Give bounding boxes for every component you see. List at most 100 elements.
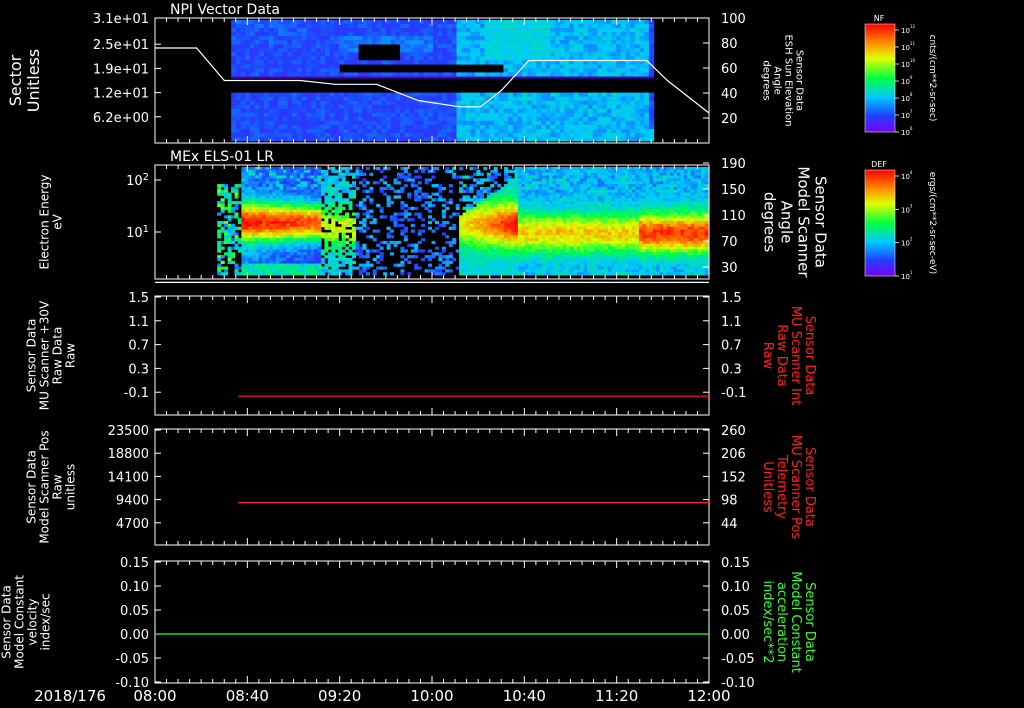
els-heatmap-cell	[293, 178, 298, 182]
npi-heatmap-cell	[470, 112, 476, 118]
els-heatmap-cell	[507, 169, 512, 173]
npi-heatmap-cell	[320, 120, 326, 126]
els-heatmap-cell	[486, 186, 491, 191]
els-heatmap-cell	[331, 215, 336, 219]
els-heatmap-cell	[265, 221, 270, 225]
els-heatmap-cell	[531, 246, 536, 250]
els-heatmap-cell	[248, 209, 253, 213]
els-heatmap-cell	[244, 201, 249, 205]
npi-heatmap-cell	[339, 128, 345, 134]
npi-heatmap-cell	[296, 120, 303, 126]
els-heatmap-cell	[566, 201, 571, 205]
els-heatmap-cell	[310, 195, 315, 199]
npi-heatmap-cell	[456, 124, 462, 130]
npi-heatmap-cell	[536, 40, 542, 45]
els-heatmap-cell	[459, 263, 464, 267]
els-heatmap-cell	[224, 221, 229, 225]
els-heatmap-cell	[549, 232, 553, 236]
els-heatmap-cell	[317, 175, 322, 179]
npi-heatmap-cell	[418, 120, 425, 126]
els-heatmap-cell	[272, 257, 277, 262]
npi-heatmap-cell	[311, 36, 317, 41]
npi-heatmap-cell	[240, 100, 246, 105]
els-heatmap-cell	[483, 240, 488, 245]
els-heatmap-cell	[562, 178, 567, 182]
npi-heatmap-cell	[573, 92, 580, 97]
els-heatmap-cell	[279, 229, 284, 233]
els-heatmap-cell	[265, 246, 270, 250]
npi-heatmap-cell	[489, 128, 495, 134]
npi-heatmap-cell	[644, 92, 650, 97]
npi-heatmap-cell	[517, 116, 523, 122]
npi-heatmap-cell	[536, 24, 542, 29]
npi-heatmap-cell	[611, 52, 617, 57]
els-heatmap-cell	[469, 175, 474, 179]
els-heatmap-cell	[524, 172, 529, 176]
npi-heatmap-cell	[550, 116, 556, 122]
npi-heatmap-cell	[517, 48, 523, 53]
npi-heatmap-cell	[630, 108, 636, 113]
els-heatmap-cell	[220, 229, 225, 233]
npi-heatmap-cell	[414, 108, 420, 113]
els-heatmap-cell	[296, 249, 301, 253]
els-heatmap-cell	[531, 184, 536, 188]
npi-heatmap-cell	[494, 120, 500, 126]
els-heatmap-cell	[293, 212, 298, 216]
npi-heatmap-cell	[404, 72, 411, 77]
npi-heatmap-cell	[475, 40, 481, 45]
els-heatmap-cell	[476, 272, 481, 276]
els-heatmap-cell	[511, 263, 515, 267]
npi-heatmap-cell	[578, 116, 584, 122]
npi-heatmap-cell	[592, 36, 598, 41]
els-heatmap-cell	[265, 172, 270, 176]
els-heatmap-cell	[324, 243, 329, 247]
npi-heatmap-cell	[644, 44, 650, 49]
npi-heatmap-cell	[508, 124, 514, 130]
els-heatmap-cell	[459, 229, 464, 233]
npi-heatmap-cell	[418, 92, 425, 97]
els-heatmap-cell	[303, 195, 308, 199]
els-heatmap-cell	[279, 260, 284, 264]
els-heatmap-cell	[476, 226, 481, 230]
npi-heatmap-cell	[348, 120, 354, 126]
els-heatmap-cell	[265, 252, 270, 256]
npi-heatmap-cell	[235, 116, 242, 122]
npi-heatmap-cell	[235, 36, 242, 41]
els-heatmap-cell	[244, 181, 249, 185]
npi-heatmap-cell	[348, 112, 354, 118]
npi-heatmap-cell	[296, 137, 303, 142]
els-heatmap-cell	[362, 223, 367, 227]
els-heatmap-cell	[428, 209, 432, 213]
els-heatmap-cell	[542, 201, 547, 205]
els-heatmap-cell	[542, 215, 547, 219]
npi-heatmap-cell	[639, 92, 645, 97]
npi-heatmap-cell	[268, 124, 274, 130]
npi-heatmap-cell	[465, 112, 472, 118]
npi-heatmap-cell	[311, 72, 317, 77]
els-heatmap-cell	[286, 235, 291, 239]
els-heatmap-cell	[483, 209, 488, 213]
els-heatmap-cell	[320, 172, 325, 176]
els-heatmap-cell	[365, 212, 370, 216]
npi-heatmap-cell	[418, 112, 425, 118]
els-heatmap-cell	[303, 255, 308, 259]
els-heatmap-cell	[562, 175, 567, 179]
npi-heatmap-cell	[287, 132, 293, 138]
npi-heatmap-cell	[428, 36, 434, 41]
npi-heatmap-cell	[550, 112, 556, 118]
npi-heatmap-cell	[287, 128, 293, 134]
npi-heatmap-cell	[536, 64, 542, 69]
npi-heatmap-cell	[259, 24, 265, 29]
npi-heatmap-cell	[644, 116, 650, 122]
npi-heatmap-cell	[334, 92, 340, 97]
els-heatmap-cell	[244, 175, 249, 179]
npi-heatmap-cell	[325, 120, 331, 126]
els-heatmap-cell	[331, 240, 336, 245]
npi-heatmap-cell	[278, 116, 284, 122]
els-heatmap-cell	[417, 266, 422, 270]
npi-heatmap-cell	[357, 96, 364, 101]
els-heatmap-cell	[524, 255, 529, 259]
els-heatmap-cell	[338, 252, 343, 256]
npi-heatmap-cell	[414, 92, 420, 97]
npi-heatmap-cell	[559, 104, 565, 109]
